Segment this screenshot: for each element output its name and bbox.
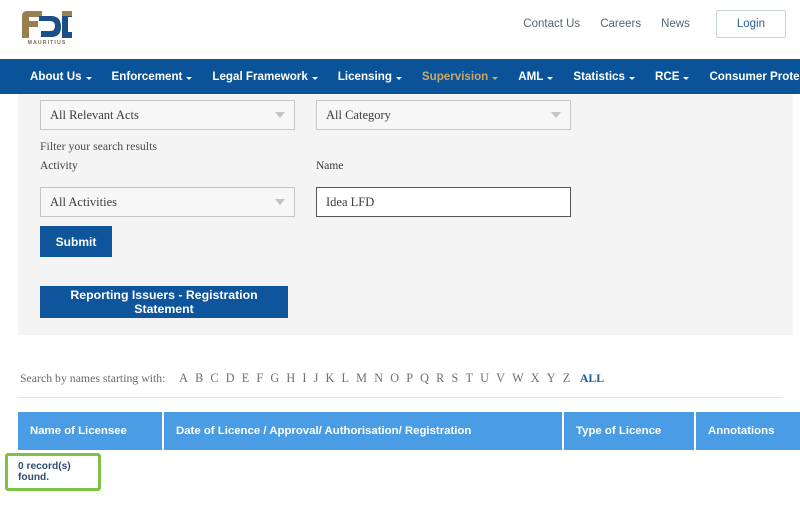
alpha-letter-x[interactable]: X bbox=[527, 371, 543, 386]
alpha-letter-m[interactable]: M bbox=[353, 371, 371, 386]
nav-item-licensing[interactable]: Licensing bbox=[328, 70, 412, 83]
nav-label: Legal Framework bbox=[212, 70, 308, 83]
activity-select[interactable]: All Activities bbox=[40, 187, 295, 217]
alpha-letter-t[interactable]: T bbox=[462, 371, 477, 386]
alphabet-search: Search by names starting with: A B C D E… bbox=[20, 371, 604, 386]
chevron-down-icon bbox=[628, 76, 635, 80]
alpha-letter-n[interactable]: N bbox=[371, 371, 387, 386]
nav-label: Licensing bbox=[337, 70, 392, 83]
alpha-letter-o[interactable]: O bbox=[387, 371, 403, 386]
nav-item-rce[interactable]: RCE bbox=[645, 70, 699, 83]
alpha-letter-l[interactable]: L bbox=[338, 371, 353, 386]
nav-label: Consumer Protection bbox=[709, 70, 800, 83]
alpha-letter-r[interactable]: R bbox=[433, 371, 448, 386]
relevant-acts-select[interactable]: All Relevant Acts bbox=[40, 100, 295, 130]
alpha-letter-p[interactable]: P bbox=[403, 371, 417, 386]
alpha-letter-a[interactable]: A bbox=[175, 371, 191, 386]
top-link-contact-us[interactable]: Contact Us bbox=[523, 18, 580, 30]
alpha-all-link[interactable]: ALL bbox=[574, 371, 604, 386]
top-link-careers[interactable]: Careers bbox=[600, 18, 641, 30]
chevron-down-icon bbox=[395, 76, 402, 80]
record-count-text: 0 record(s) found. bbox=[18, 461, 71, 483]
nav-item-consumer-protection[interactable]: Consumer Protection bbox=[699, 70, 800, 83]
nav-label: Supervision bbox=[421, 70, 489, 83]
alpha-letter-i[interactable]: I bbox=[299, 371, 310, 386]
chevron-down-icon bbox=[275, 112, 285, 118]
alpha-letter-s[interactable]: S bbox=[448, 371, 462, 386]
record-count-highlight: 0 record(s) found. bbox=[5, 453, 101, 491]
chevron-down-icon bbox=[311, 76, 318, 80]
nav-item-statistics[interactable]: Statistics bbox=[563, 70, 645, 83]
logo-subtitle: MAURITIUS bbox=[27, 40, 67, 46]
alphabet-search-label: Search by names starting with: bbox=[20, 371, 166, 385]
alpha-letter-c[interactable]: C bbox=[207, 371, 222, 386]
fsc-logo-icon bbox=[22, 11, 72, 38]
alpha-letter-y[interactable]: Y bbox=[543, 371, 559, 386]
alpha-letter-q[interactable]: Q bbox=[417, 371, 433, 386]
top-link-news[interactable]: News bbox=[661, 18, 690, 30]
column-header-date-of-licence[interactable]: Date of Licence / Approval/ Authorisatio… bbox=[164, 412, 562, 450]
chevron-down-icon bbox=[85, 76, 92, 80]
site-logo[interactable]: MAURITIUS bbox=[18, 7, 74, 53]
top-utility-links: Contact Us Careers News Login bbox=[523, 0, 786, 48]
page-root: MAURITIUS Contact Us Careers News Login … bbox=[0, 0, 800, 515]
submit-button[interactable]: Submit bbox=[40, 226, 112, 257]
chevron-down-icon bbox=[186, 76, 193, 80]
nav-item-enforcement[interactable]: Enforcement bbox=[102, 70, 203, 83]
alpha-letter-b[interactable]: B bbox=[191, 371, 206, 386]
chevron-down-icon bbox=[551, 112, 561, 118]
main-navigation: About Us Enforcement Legal Framework Lic… bbox=[0, 59, 800, 94]
alpha-letter-e[interactable]: E bbox=[238, 371, 253, 386]
alpha-letter-f[interactable]: F bbox=[253, 371, 267, 386]
chevron-down-icon bbox=[492, 76, 499, 80]
alpha-letter-j[interactable]: J bbox=[310, 371, 322, 386]
alpha-letter-g[interactable]: G bbox=[267, 371, 283, 386]
nav-item-legal-framework[interactable]: Legal Framework bbox=[202, 70, 327, 83]
nav-label: RCE bbox=[654, 70, 680, 83]
alpha-letter-v[interactable]: V bbox=[493, 371, 509, 386]
name-label: Name bbox=[316, 160, 344, 172]
activity-value: All Activities bbox=[50, 194, 118, 209]
top-bar: MAURITIUS Contact Us Careers News Login bbox=[0, 0, 800, 60]
activity-label: Activity bbox=[40, 160, 78, 172]
column-header-type-of-licence[interactable]: Type of Licence bbox=[564, 412, 694, 450]
chevron-down-icon bbox=[683, 76, 690, 80]
nav-label: Statistics bbox=[573, 70, 625, 83]
nav-label: AML bbox=[518, 70, 544, 83]
relevant-acts-value: All Relevant Acts bbox=[50, 107, 139, 122]
login-button[interactable]: Login bbox=[715, 10, 786, 38]
nav-label: Enforcement bbox=[111, 70, 183, 83]
alpha-letter-w[interactable]: W bbox=[509, 371, 528, 386]
alpha-letter-d[interactable]: D bbox=[222, 371, 238, 386]
name-input[interactable] bbox=[316, 187, 571, 217]
nav-item-about-us[interactable]: About Us bbox=[20, 70, 102, 83]
nav-item-aml[interactable]: AML bbox=[508, 70, 563, 83]
column-header-name-of-licensee[interactable]: Name of Licensee bbox=[18, 412, 162, 450]
chevron-down-icon bbox=[547, 76, 554, 80]
section-divider bbox=[18, 397, 782, 398]
column-header-annotations[interactable]: Annotations bbox=[696, 412, 800, 450]
alpha-letter-z[interactable]: Z bbox=[559, 371, 574, 386]
nav-item-supervision[interactable]: Supervision bbox=[412, 70, 508, 83]
alpha-letter-h[interactable]: H bbox=[283, 371, 299, 386]
chevron-down-icon bbox=[275, 199, 285, 205]
category-select[interactable]: All Category bbox=[316, 100, 571, 130]
alpha-letter-u[interactable]: U bbox=[477, 371, 493, 386]
reporting-issuers-button[interactable]: Reporting Issuers - Registration Stateme… bbox=[40, 286, 288, 318]
filter-note: Filter your search results bbox=[40, 139, 157, 153]
alpha-letter-k[interactable]: K bbox=[322, 371, 338, 386]
nav-label: About Us bbox=[30, 70, 82, 83]
category-value: All Category bbox=[326, 107, 391, 122]
search-filter-panel: All Relevant Acts All Category Filter yo… bbox=[18, 94, 793, 335]
